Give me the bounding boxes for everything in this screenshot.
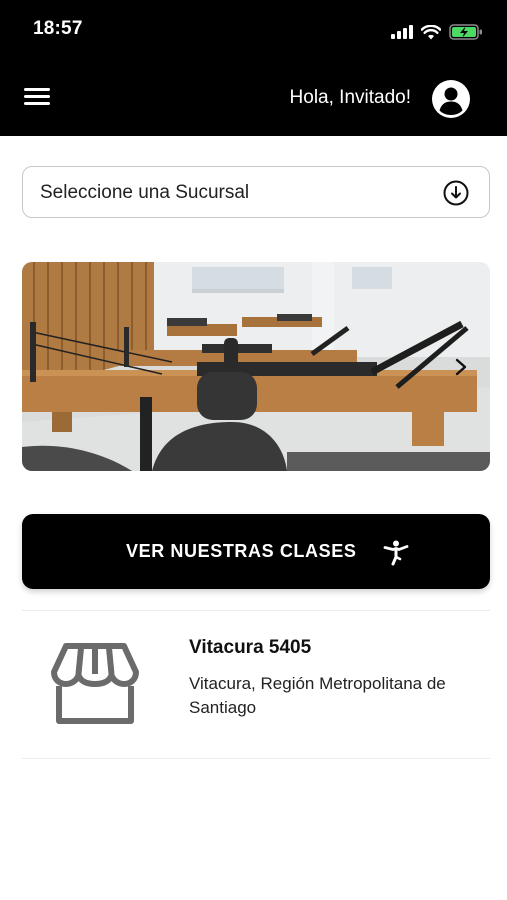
download-circle-icon xyxy=(443,180,469,206)
user-avatar-icon[interactable] xyxy=(431,79,471,119)
pilates-reformer-studio-photo xyxy=(22,262,490,471)
app-header: Hola, Invitado! xyxy=(0,60,507,136)
status-time: 18:57 xyxy=(33,18,83,39)
view-classes-button[interactable]: VER NUESTRAS CLASES xyxy=(22,514,490,589)
battery-charging-icon xyxy=(449,24,482,40)
chevron-right-icon[interactable] xyxy=(452,356,470,378)
branch-list-item[interactable]: Vitacura 5405 Vitacura, Región Metropoli… xyxy=(22,612,490,758)
branch-address: Vitacura, Región Metropolitana de Santia… xyxy=(189,674,446,717)
status-bar: 18:57 xyxy=(0,0,507,60)
divider xyxy=(22,610,490,611)
branch-select-label: Seleccione una Sucursal xyxy=(40,182,250,203)
yoga-pose-icon xyxy=(383,540,409,566)
view-classes-label: VER NUESTRAS CLASES xyxy=(126,541,357,561)
hamburger-menu-icon xyxy=(24,88,50,91)
branch-name: Vitacura 5405 xyxy=(189,637,312,658)
cellular-signal-icon xyxy=(391,25,413,39)
greeting-text: Hola, Invitado! xyxy=(289,87,411,108)
studio-carousel[interactable] xyxy=(22,262,490,471)
branch-select-dropdown[interactable]: Seleccione una Sucursal xyxy=(22,166,490,218)
wifi-icon xyxy=(421,24,441,39)
store-icon xyxy=(51,643,139,724)
menu-button[interactable] xyxy=(24,88,50,108)
divider xyxy=(22,758,490,759)
status-icons xyxy=(391,24,483,40)
